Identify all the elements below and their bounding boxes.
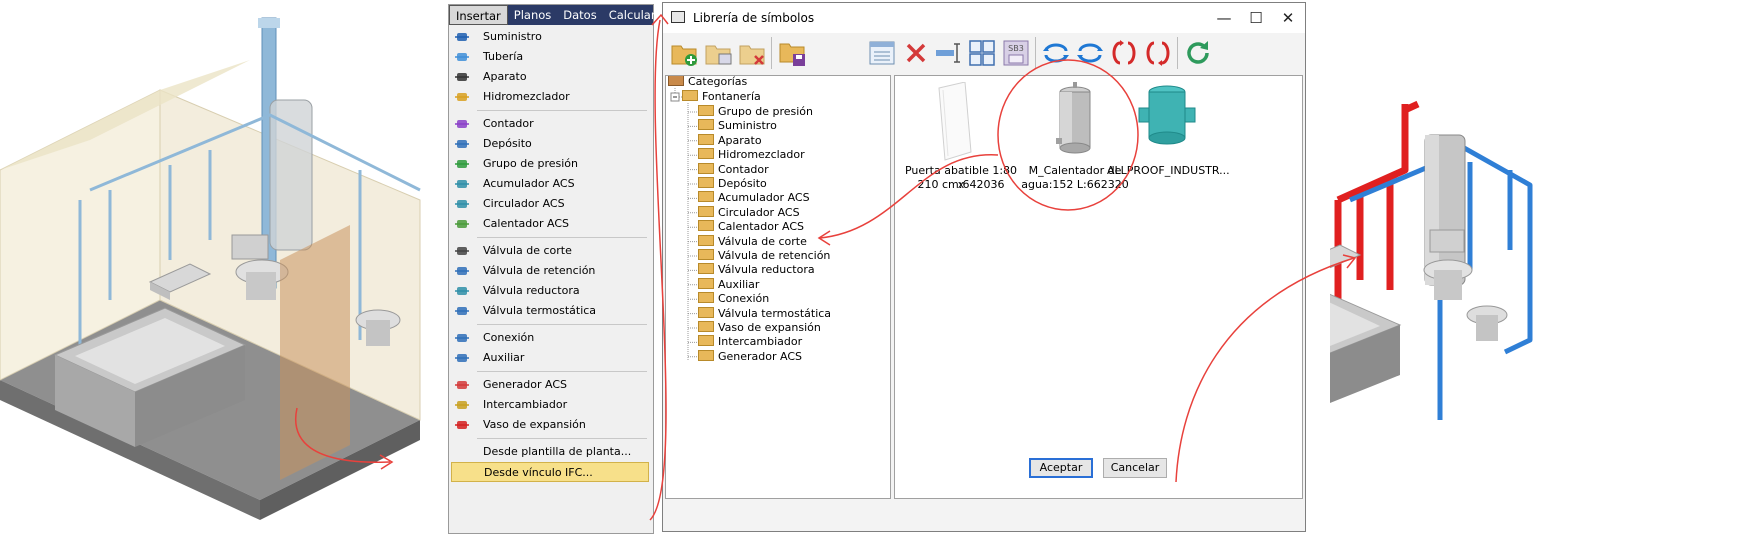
annotation-arrow-to-result (1175, 257, 1355, 483)
annotation-arrow-to-category (819, 154, 999, 239)
annotation-circle-water-heater (997, 59, 1139, 211)
annotation-overlay (649, 13, 1357, 521)
annotation-arrow-menu-to-dialog (649, 19, 667, 521)
